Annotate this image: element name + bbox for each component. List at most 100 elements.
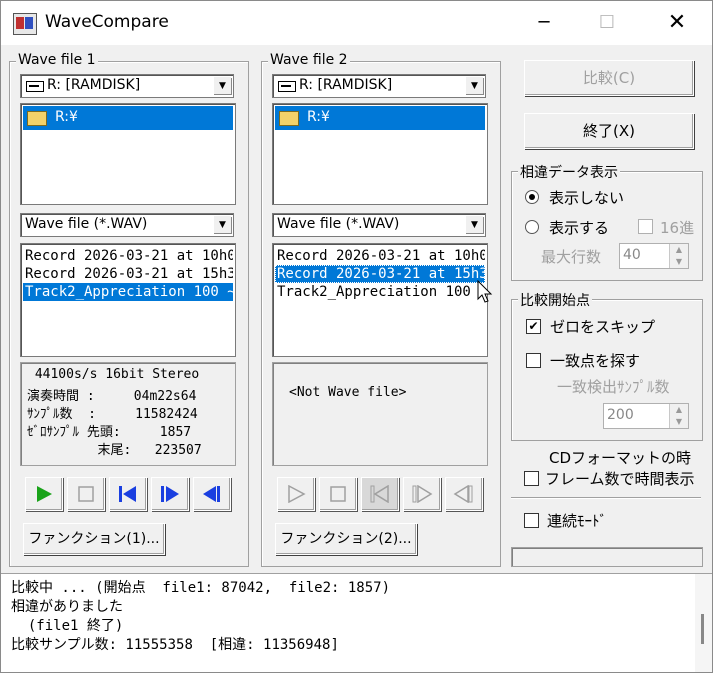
info-zero-tail: 末尾: 223507 <box>27 443 202 458</box>
minimize-button[interactable]: ─ <box>521 7 567 39</box>
stop-button-1[interactable] <box>67 477 105 511</box>
continuous-mode-label: 連続ﾓｰﾄﾞ <box>547 512 608 530</box>
directory-item-2[interactable]: R:¥ <box>275 106 485 130</box>
wave-info-1: 44100s/s 16bit Stereo 演奏時間 : 04m22s64 ｻﾝ… <box>20 362 236 466</box>
find-match-checkbox[interactable] <box>526 353 541 368</box>
drive-select-2-value: R: [RAMDISK] <box>299 77 393 93</box>
frame-time-label: フレーム数で時間表示 <box>545 470 695 488</box>
filter-select-1[interactable]: Wave file (*.WAV) ▼ <box>20 213 234 237</box>
continuous-mode-checkbox[interactable] <box>524 513 539 528</box>
file-list-2-item[interactable]: Track2_Appreciation 100 ~ <box>275 283 485 301</box>
log-line: 比較中 ... (開始点 file1: 87042, file2: 1857) <box>11 580 391 596</box>
divider <box>511 497 701 499</box>
folder-open-icon <box>279 111 299 126</box>
app-window: WaveCompare ─ ☐ ✕ Wave file 1 R: [RAMDIS… <box>0 0 713 673</box>
chevron-down-icon[interactable]: ▼ <box>213 216 231 233</box>
play-button-2[interactable] <box>277 477 315 511</box>
skip-zero-checkbox[interactable]: ✔ <box>526 319 541 334</box>
match-samples-spinner[interactable]: 200 ▲ ▼ <box>603 403 689 429</box>
drive-select-2[interactable]: R: [RAMDISK] ▼ <box>272 74 486 98</box>
skip-end-icon <box>203 486 220 502</box>
wave-info-2: <Not Wave file> <box>272 362 488 466</box>
wave-file-2-title: Wave file 2 <box>268 52 350 68</box>
skip-end-button-1[interactable] <box>193 477 231 511</box>
step-forward-button-1[interactable] <box>151 477 189 511</box>
filter-select-1-value: Wave file (*.WAV) <box>25 216 148 232</box>
not-wave-message: <Not Wave file> <box>289 385 407 400</box>
file-list-2-item[interactable]: Record 2026-03-21 at 10h0 <box>275 247 485 265</box>
log-scrollbar[interactable] <box>695 574 712 672</box>
stop-icon <box>78 486 94 502</box>
step-forward-button-2[interactable] <box>403 477 441 511</box>
drive-icon <box>26 81 44 92</box>
app-icon[interactable] <box>13 13 37 35</box>
skip-start-button-1[interactable] <box>109 477 147 511</box>
log-line: 相違がありました <box>11 599 123 615</box>
log-output[interactable]: 比較中 ... (開始点 file1: 87042, file2: 1857) … <box>1 573 712 672</box>
log-line: (file1 終了) <box>11 618 124 634</box>
window-title: WaveCompare <box>45 12 169 32</box>
exit-button[interactable]: 終了(X) <box>524 113 694 149</box>
compare-button[interactable]: 比較(C) <box>524 60 694 96</box>
max-lines-spinner[interactable]: 40 ▲ ▼ <box>619 243 689 269</box>
title-bar: WaveCompare ─ ☐ ✕ <box>1 1 712 45</box>
skip-zero-label: ゼロをスキップ <box>550 318 656 336</box>
hex-checkbox[interactable] <box>638 219 653 234</box>
max-lines-label: 最大行数 <box>541 248 602 266</box>
mouse-cursor-icon <box>477 280 493 303</box>
skip-end-icon <box>453 485 473 503</box>
scrollbar-thumb[interactable] <box>701 614 704 644</box>
skip-start-icon <box>370 485 389 503</box>
max-lines-value: 40 <box>623 247 641 263</box>
spinner-arrows-icon[interactable]: ▲ ▼ <box>669 244 688 268</box>
skip-start-icon <box>119 486 136 502</box>
directory-item-1[interactable]: R:¥ <box>23 106 233 130</box>
hide-diff-label: 表示しない <box>549 189 625 207</box>
stop-button-2[interactable] <box>319 477 357 511</box>
file-list-2[interactable]: Record 2026-03-21 at 10h0 Record 2026-03… <box>272 243 488 357</box>
drive-select-1-value: R: [RAMDISK] <box>47 77 141 93</box>
directory-list-1[interactable]: R:¥ <box>20 103 236 205</box>
drive-icon <box>278 81 296 92</box>
show-diff-radio[interactable] <box>525 220 539 234</box>
chevron-down-icon[interactable]: ▼ <box>465 77 483 94</box>
hide-diff-radio[interactable] <box>525 190 539 204</box>
match-samples-label: 一致検出ｻﾝﾌﾟﾙ数 <box>557 378 670 396</box>
file-list-1[interactable]: Record 2026-03-21 at 10h0 Record 2026-03… <box>20 243 236 357</box>
close-button[interactable]: ✕ <box>654 7 700 39</box>
file-list-2-item-selected[interactable]: Record 2026-03-21 at 15h3 <box>275 265 485 283</box>
file-list-1-item[interactable]: Record 2026-03-21 at 10h0 <box>23 247 233 265</box>
hex-label: 16進 <box>660 219 695 237</box>
filter-select-2[interactable]: Wave file (*.WAV) ▼ <box>272 213 486 237</box>
info-format: 44100s/s 16bit Stereo <box>27 367 200 382</box>
function-button-2[interactable]: ファンクション(2)... <box>275 523 417 555</box>
info-duration: 演奏時間 : 04m22s64 <box>27 389 197 404</box>
diff-display-title: 相違データ表示 <box>518 162 620 182</box>
drive-select-1[interactable]: R: [RAMDISK] ▼ <box>20 74 234 98</box>
filter-select-2-value: Wave file (*.WAV) <box>277 216 400 232</box>
play-button-1[interactable] <box>25 477 63 511</box>
directory-list-2[interactable]: R:¥ <box>272 103 488 205</box>
show-diff-label: 表示する <box>549 219 610 237</box>
step-forward-icon <box>412 485 433 503</box>
step-forward-icon <box>161 486 179 502</box>
directory-item-1-label: R:¥ <box>55 109 78 125</box>
find-match-label: 一致点を探す <box>550 352 641 370</box>
skip-start-button-2[interactable] <box>361 477 399 511</box>
play-icon <box>37 486 52 502</box>
match-samples-value: 200 <box>607 407 634 423</box>
file-list-1-item[interactable]: Record 2026-03-21 at 15h3 <box>23 265 233 283</box>
frame-time-checkbox[interactable] <box>524 471 539 486</box>
log-line: 比較サンプル数: 11555358 [相違: 11356948] <box>11 637 339 653</box>
function-button-1[interactable]: ファンクション(1)... <box>23 523 165 555</box>
info-zero-head: ｾﾞﾛｻﾝﾌﾟﾙ 先頭: 1857 <box>27 425 192 440</box>
cd-format-label: CDフォーマットの時 <box>549 449 692 467</box>
chevron-down-icon[interactable]: ▼ <box>213 77 231 94</box>
wave-file-1-title: Wave file 1 <box>16 52 98 68</box>
skip-end-button-2[interactable] <box>445 477 483 511</box>
file-list-1-item-selected[interactable]: Track2_Appreciation 100 ~ <box>23 283 233 301</box>
maximize-button[interactable]: ☐ <box>584 7 630 39</box>
spinner-arrows-icon[interactable]: ▲ ▼ <box>669 404 688 428</box>
directory-item-2-label: R:¥ <box>307 109 330 125</box>
chevron-down-icon[interactable]: ▼ <box>465 216 483 233</box>
